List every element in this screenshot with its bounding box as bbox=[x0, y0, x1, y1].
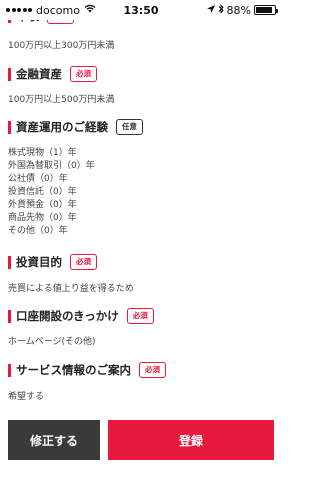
section-title: 口座開設のきっかけ bbox=[16, 309, 119, 323]
section-trigger-header: 口座開設のきっかけ 必須 bbox=[8, 308, 154, 324]
financial-assets-value: 100万円以上500万円未満 bbox=[8, 95, 115, 105]
list-item: 商品先物（0）年 bbox=[8, 213, 77, 223]
submit-button[interactable]: 登録 bbox=[108, 420, 274, 460]
list-item: 外国為替取引（0）年 bbox=[8, 161, 95, 171]
list-item: 投資信託（0）年 bbox=[8, 187, 77, 197]
optional-badge: 任意 bbox=[116, 119, 143, 135]
section-title: 資産運用のご経験 bbox=[16, 120, 108, 134]
list-item: 公社債（0）年 bbox=[8, 174, 68, 184]
section-title: 金融資産 bbox=[16, 67, 62, 81]
section-marker bbox=[8, 309, 11, 323]
home-indicator-area bbox=[0, 466, 282, 500]
status-bar: docomo 13:50 88% bbox=[0, 0, 282, 20]
experience-list: 株式現物（1）年 外国為替取引（0）年 公社債（0）年 投資信託（0）年 外貨預… bbox=[8, 147, 95, 238]
purpose-value: 売買による値上り益を得るため bbox=[8, 284, 134, 294]
action-footer: 修正する 登録 bbox=[0, 420, 282, 466]
required-badge: 必須 bbox=[139, 362, 166, 378]
required-badge: 必須 bbox=[70, 254, 97, 270]
section-marker bbox=[8, 67, 11, 81]
trigger-value: ホームページ(その他) bbox=[8, 337, 96, 347]
wifi-icon bbox=[84, 4, 96, 16]
required-badge: 必須 bbox=[70, 66, 97, 82]
signal-icon bbox=[6, 8, 32, 12]
section-title: 投資目的 bbox=[16, 255, 62, 269]
battery-icon bbox=[254, 5, 278, 15]
required-badge: 必須 bbox=[126, 308, 154, 324]
bluetooth-icon bbox=[218, 3, 224, 17]
location-icon bbox=[206, 4, 215, 17]
section-marker bbox=[8, 363, 11, 377]
list-item: 株式現物（1）年 bbox=[8, 148, 77, 158]
carrier-label: docomo bbox=[36, 3, 80, 17]
section-service-header: サービス情報のご案内 必須 bbox=[8, 362, 166, 378]
section-experience-header: 資産運用のご経験 任意 bbox=[8, 119, 143, 135]
service-value: 希望する bbox=[8, 392, 45, 402]
section-purpose-header: 投資目的 必須 bbox=[8, 254, 97, 270]
section-financial-assets-header: 金融資産 必須 bbox=[8, 66, 97, 82]
section-title: サービス情報のご案内 bbox=[16, 363, 131, 377]
section-marker bbox=[8, 120, 11, 134]
edit-button[interactable]: 修正する bbox=[8, 420, 100, 460]
list-item: 外貨預金（0）年 bbox=[8, 200, 77, 210]
section-marker bbox=[8, 255, 11, 269]
list-item: その他（0）年 bbox=[8, 226, 68, 236]
annual-income-value: 100万円以上300万円未満 bbox=[8, 41, 115, 51]
battery-percent: 88% bbox=[226, 3, 251, 17]
